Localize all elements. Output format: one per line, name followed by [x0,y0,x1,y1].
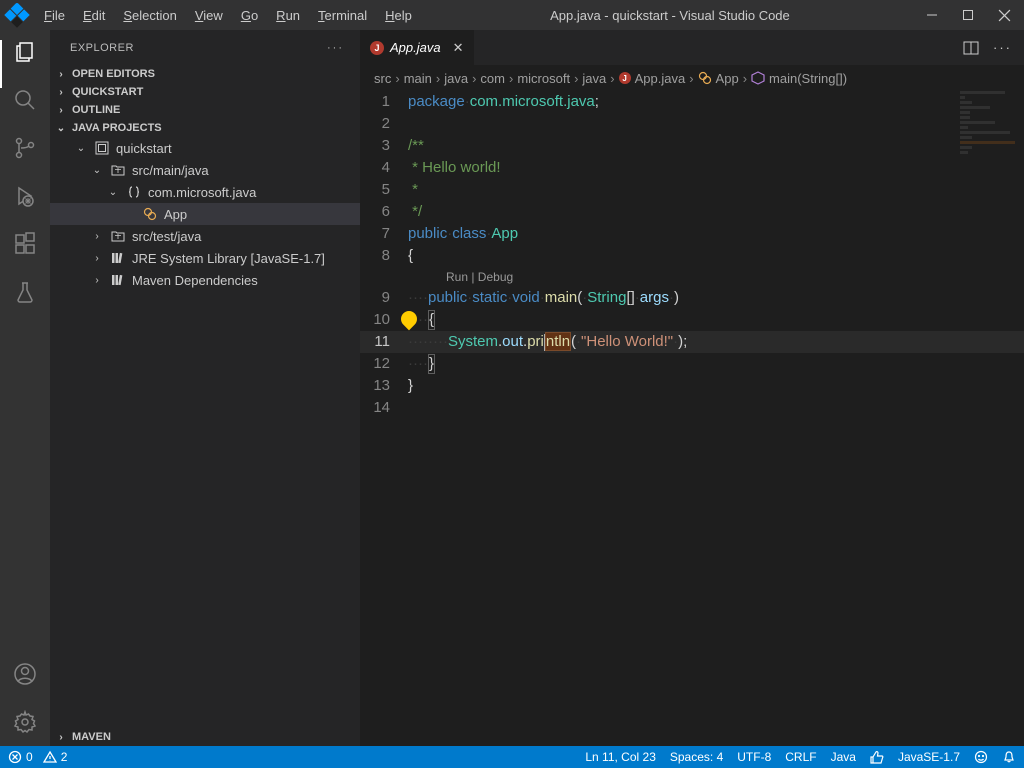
jre-node[interactable]: ›JRE System Library [JavaSE-1.7] [50,247,360,269]
explorer-icon[interactable] [13,40,37,64]
run-debug-icon[interactable] [13,184,37,208]
maven-deps-node[interactable]: ›Maven Dependencies [50,269,360,291]
menu-file[interactable]: File [36,4,73,27]
explorer-sidebar: EXPLORER ··· ›OPEN EDITORS ›QUICKSTART ›… [50,30,360,746]
src-test-node[interactable]: ›src/test/java [50,225,360,247]
status-feedback-icon[interactable] [974,750,988,764]
window-maximize-icon[interactable] [962,9,974,22]
status-errors[interactable]: 0 [8,750,33,764]
section-maven[interactable]: ›MAVEN [50,728,360,746]
menu-go[interactable]: Go [233,4,266,27]
settings-gear-icon[interactable] [13,710,37,734]
package-folder-icon [110,162,126,178]
code-editor[interactable]: 1package·com.microsoft.java; 2 3/** 4 * … [360,91,1024,746]
explorer-title: EXPLORER [70,42,134,54]
tab-app-java[interactable]: J App.java ✕ [360,30,475,65]
section-java-projects[interactable]: ⌄JAVA PROJECTS [50,119,360,137]
section-outline[interactable]: ›OUTLINE [50,101,360,119]
status-bar: 0 2 Ln 11, Col 23 Spaces: 4 UTF-8 CRLF J… [0,746,1024,768]
breadcrumbs[interactable]: src› main› java› com› microsoft› java› J… [360,65,1024,91]
library-icon [110,250,126,266]
namespace-icon [126,184,142,200]
activity-bar [0,30,50,746]
menu-view[interactable]: View [187,4,231,27]
minimap[interactable] [960,91,1020,181]
window-close-icon[interactable] [998,9,1010,22]
codelens[interactable]: Run | Debug [360,267,1024,287]
src-main-node[interactable]: ⌄src/main/java [50,159,360,181]
project-icon [94,140,110,156]
status-encoding[interactable]: UTF-8 [737,750,771,764]
search-icon[interactable] [13,88,37,112]
package-node[interactable]: ⌄com.microsoft.java [50,181,360,203]
test-icon[interactable] [13,280,37,304]
section-open-editors[interactable]: ›OPEN EDITORS [50,65,360,83]
status-warnings[interactable]: 2 [43,750,68,764]
menu-terminal[interactable]: Terminal [310,4,375,27]
project-node[interactable]: ⌄quickstart [50,137,360,159]
window-minimize-icon[interactable] [926,9,938,22]
status-spaces[interactable]: Spaces: 4 [670,750,723,764]
menu-edit[interactable]: Edit [75,4,113,27]
status-eol[interactable]: CRLF [785,750,816,764]
symbol-class-icon [698,71,712,85]
tab-close-icon[interactable]: ✕ [453,40,464,56]
vscode-logo-icon [4,2,29,27]
status-bell-icon[interactable] [1002,750,1016,764]
source-control-icon[interactable] [13,136,37,160]
menu-bar: File Edit Selection View Go Run Terminal… [36,4,420,27]
status-sdk[interactable]: JavaSE-1.7 [898,750,960,764]
editor-tabs: J App.java ✕ ··· [360,30,1024,65]
accounts-icon[interactable] [13,662,37,686]
menu-help[interactable]: Help [377,4,420,27]
tab-label: App.java [390,40,441,55]
extensions-icon[interactable] [13,232,37,256]
editor-more-icon[interactable]: ··· [993,40,1012,55]
editor-area: J App.java ✕ ··· src› main› java› com› m… [360,30,1024,746]
section-workspace[interactable]: ›QUICKSTART [50,83,360,101]
library-icon [110,272,126,288]
title-bar: File Edit Selection View Go Run Terminal… [0,0,1024,30]
class-node[interactable]: ›App [50,203,360,225]
symbol-method-icon [751,71,765,85]
class-icon [142,206,158,222]
status-ln-col[interactable]: Ln 11, Col 23 [585,750,656,764]
split-editor-icon[interactable] [963,40,979,56]
explorer-more-icon[interactable]: ··· [327,42,344,54]
java-file-icon: J [619,72,631,84]
status-language[interactable]: Java [831,750,856,764]
package-folder-icon [110,228,126,244]
status-thumbsup-icon[interactable] [870,750,884,764]
window-title: App.java - quickstart - Visual Studio Co… [420,8,920,23]
menu-selection[interactable]: Selection [115,4,184,27]
menu-run[interactable]: Run [268,4,308,27]
java-file-icon: J [370,41,384,55]
